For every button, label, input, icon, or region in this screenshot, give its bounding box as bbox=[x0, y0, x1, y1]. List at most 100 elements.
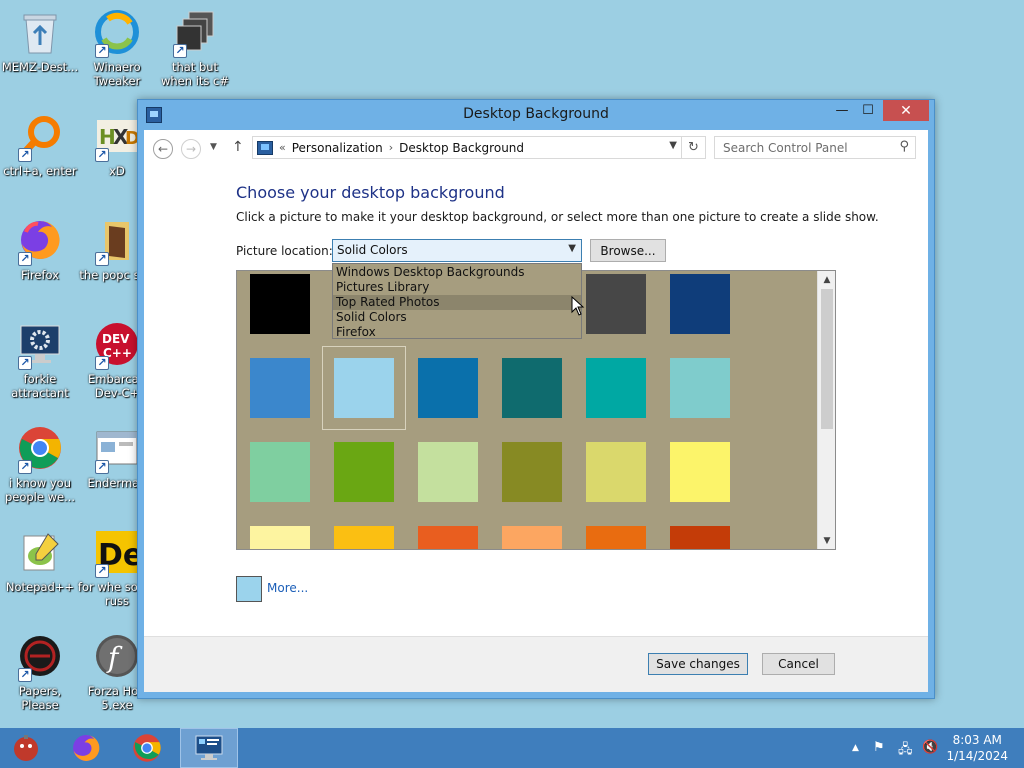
recycle-bin-icon bbox=[16, 8, 64, 56]
shortcut-arrow-icon: ↗ bbox=[18, 460, 32, 474]
recent-locations-button[interactable]: ▼ bbox=[210, 142, 217, 152]
desktop-icon-that-but-when[interactable]: ↗ that but when its c# bbox=[155, 8, 235, 88]
taskbar-firefox[interactable] bbox=[60, 728, 112, 768]
color-swatch[interactable] bbox=[502, 526, 562, 549]
back-button[interactable]: ← bbox=[153, 139, 173, 159]
svg-text:DEV: DEV bbox=[102, 332, 130, 346]
color-swatch[interactable] bbox=[586, 274, 646, 334]
breadcrumb-separator: › bbox=[388, 141, 394, 154]
color-swatch[interactable] bbox=[250, 526, 310, 549]
current-color-swatch[interactable] bbox=[236, 576, 262, 602]
color-swatch[interactable] bbox=[418, 526, 478, 549]
desktop-icon-label: Notepad++ bbox=[5, 580, 75, 594]
scroll-thumb[interactable] bbox=[821, 289, 833, 429]
color-swatch[interactable] bbox=[586, 358, 646, 418]
chrome-icon bbox=[133, 734, 161, 762]
minimize-button[interactable]: — bbox=[828, 100, 856, 121]
show-hidden-icons-button[interactable]: ▲ bbox=[852, 743, 859, 753]
desktop-icon-ctrl-a[interactable]: ↗ ctrl+a, enter bbox=[0, 112, 80, 178]
firefox-icon: ↗ bbox=[16, 216, 64, 266]
chevron-down-icon: ▼ bbox=[823, 535, 831, 546]
page-title: Choose your desktop background bbox=[236, 183, 505, 202]
color-swatch[interactable] bbox=[586, 526, 646, 549]
color-swatch[interactable] bbox=[322, 346, 406, 430]
more-colors-link[interactable]: More... bbox=[267, 581, 308, 595]
color-swatch[interactable] bbox=[670, 526, 730, 549]
shortcut-arrow-icon: ↗ bbox=[18, 356, 32, 370]
option-solid-colors[interactable]: Solid Colors bbox=[333, 310, 581, 325]
cancel-button[interactable]: Cancel bbox=[762, 653, 835, 675]
shortcut-arrow-icon: ↗ bbox=[18, 252, 32, 266]
shortcut-arrow-icon: ↗ bbox=[173, 44, 187, 58]
picture-location-select[interactable]: Solid Colors ▼ bbox=[332, 239, 582, 262]
shortcut-arrow-icon: ↗ bbox=[95, 44, 109, 58]
color-swatch[interactable] bbox=[670, 358, 730, 418]
option-top-rated-photos[interactable]: Top Rated Photos bbox=[333, 295, 581, 310]
up-button[interactable]: ↑ bbox=[232, 139, 244, 155]
color-swatch[interactable] bbox=[250, 358, 310, 418]
option-pictures-library[interactable]: Pictures Library bbox=[333, 280, 581, 295]
clock[interactable]: 8:03 AM 1/14/2024 bbox=[946, 732, 1008, 764]
window-title: Desktop Background bbox=[463, 106, 609, 122]
refresh-button[interactable]: ↻ bbox=[681, 137, 705, 158]
breadcrumb-personalization[interactable]: Personalization bbox=[292, 141, 383, 155]
desktop-icon-notepadpp[interactable]: Notepad++ bbox=[0, 528, 80, 594]
notepadpp-icon bbox=[16, 528, 64, 576]
magnifier-icon: ↗ bbox=[16, 112, 64, 162]
color-swatch[interactable] bbox=[334, 526, 394, 549]
scroll-up-button[interactable]: ▲ bbox=[818, 271, 835, 288]
color-swatch[interactable] bbox=[502, 442, 562, 502]
shortcut-arrow-icon: ↗ bbox=[95, 564, 109, 578]
desktop-background-window: Desktop Background — ☐ ✕ ← → ▼ ↑ « Perso… bbox=[137, 99, 935, 699]
refresh-icon: ↻ bbox=[688, 140, 699, 155]
forward-button[interactable]: → bbox=[181, 139, 201, 159]
color-swatch[interactable] bbox=[586, 442, 646, 502]
winaero-icon: ↗ bbox=[93, 8, 141, 58]
desktop-icon-forkie[interactable]: ↗ forkie attractant bbox=[0, 320, 80, 400]
color-swatch[interactable] bbox=[418, 358, 478, 418]
address-dropdown-button[interactable]: ▼ bbox=[669, 140, 677, 151]
shortcut-arrow-icon: ↗ bbox=[95, 148, 109, 162]
color-swatch[interactable] bbox=[334, 442, 394, 502]
close-button[interactable]: ✕ bbox=[883, 100, 929, 121]
color-swatch[interactable] bbox=[250, 442, 310, 502]
desktop-icon-label: forkie attractant bbox=[11, 372, 69, 400]
shortcut-arrow-icon: ↗ bbox=[95, 460, 109, 474]
desktop-icon-firefox[interactable]: ↗ Firefox bbox=[0, 216, 80, 282]
taskbar-memz[interactable] bbox=[0, 728, 52, 768]
desktop-icon-memz[interactable]: MEMZ-Dest... bbox=[0, 8, 80, 74]
color-swatch[interactable] bbox=[418, 442, 478, 502]
maximize-button[interactable]: ☐ bbox=[854, 100, 882, 121]
folder-icon: ↗ bbox=[93, 216, 141, 266]
search-input[interactable]: Search Control Panel ⚲ bbox=[714, 136, 916, 159]
gallery-scrollbar[interactable]: ▲ ▼ bbox=[817, 271, 835, 549]
network-icon[interactable]: 🖧 bbox=[898, 740, 913, 762]
taskbar-chrome[interactable] bbox=[121, 728, 173, 768]
desktop-icon-label: MEMZ-Dest... bbox=[1, 60, 79, 74]
arrow-right-icon: → bbox=[185, 142, 197, 156]
dialog-footer: Save changes Cancel bbox=[144, 636, 928, 692]
browse-button[interactable]: Browse... bbox=[590, 239, 666, 262]
save-changes-button[interactable]: Save changes bbox=[648, 653, 748, 675]
option-windows-desktop-backgrounds[interactable]: Windows Desktop Backgrounds bbox=[333, 265, 581, 280]
breadcrumb-overflow[interactable]: « bbox=[279, 141, 286, 154]
scroll-down-button[interactable]: ▼ bbox=[818, 532, 835, 549]
desktop-icon-winaero[interactable]: ↗ Winaero Tweaker bbox=[77, 8, 157, 88]
color-swatch[interactable] bbox=[502, 358, 562, 418]
desktop-icon-papers-please[interactable]: ↗ Papers, Please bbox=[0, 632, 80, 712]
option-firefox[interactable]: Firefox bbox=[333, 325, 581, 340]
window-client-area: ← → ▼ ↑ « Personalization › Desktop Back… bbox=[144, 130, 928, 692]
color-swatch[interactable] bbox=[670, 274, 730, 334]
taskbar-control-panel[interactable] bbox=[180, 728, 238, 768]
volume-muted-icon[interactable]: 🔇 bbox=[922, 740, 938, 755]
action-center-flag-icon[interactable]: ⚑ bbox=[873, 740, 885, 755]
desktop-icon-label: Papers, Please bbox=[18, 684, 62, 712]
title-bar[interactable]: Desktop Background — ☐ ✕ bbox=[138, 100, 934, 130]
address-bar[interactable]: « Personalization › Desktop Background ▼… bbox=[252, 136, 706, 159]
shortcut-arrow-icon: ↗ bbox=[18, 148, 32, 162]
color-swatch[interactable] bbox=[250, 274, 310, 334]
mouse-cursor-icon bbox=[571, 296, 585, 316]
color-swatch[interactable] bbox=[670, 442, 730, 502]
breadcrumb-desktop-background[interactable]: Desktop Background bbox=[399, 141, 524, 155]
desktop-icon-chrome[interactable]: ↗ i know you people we... bbox=[0, 424, 80, 504]
